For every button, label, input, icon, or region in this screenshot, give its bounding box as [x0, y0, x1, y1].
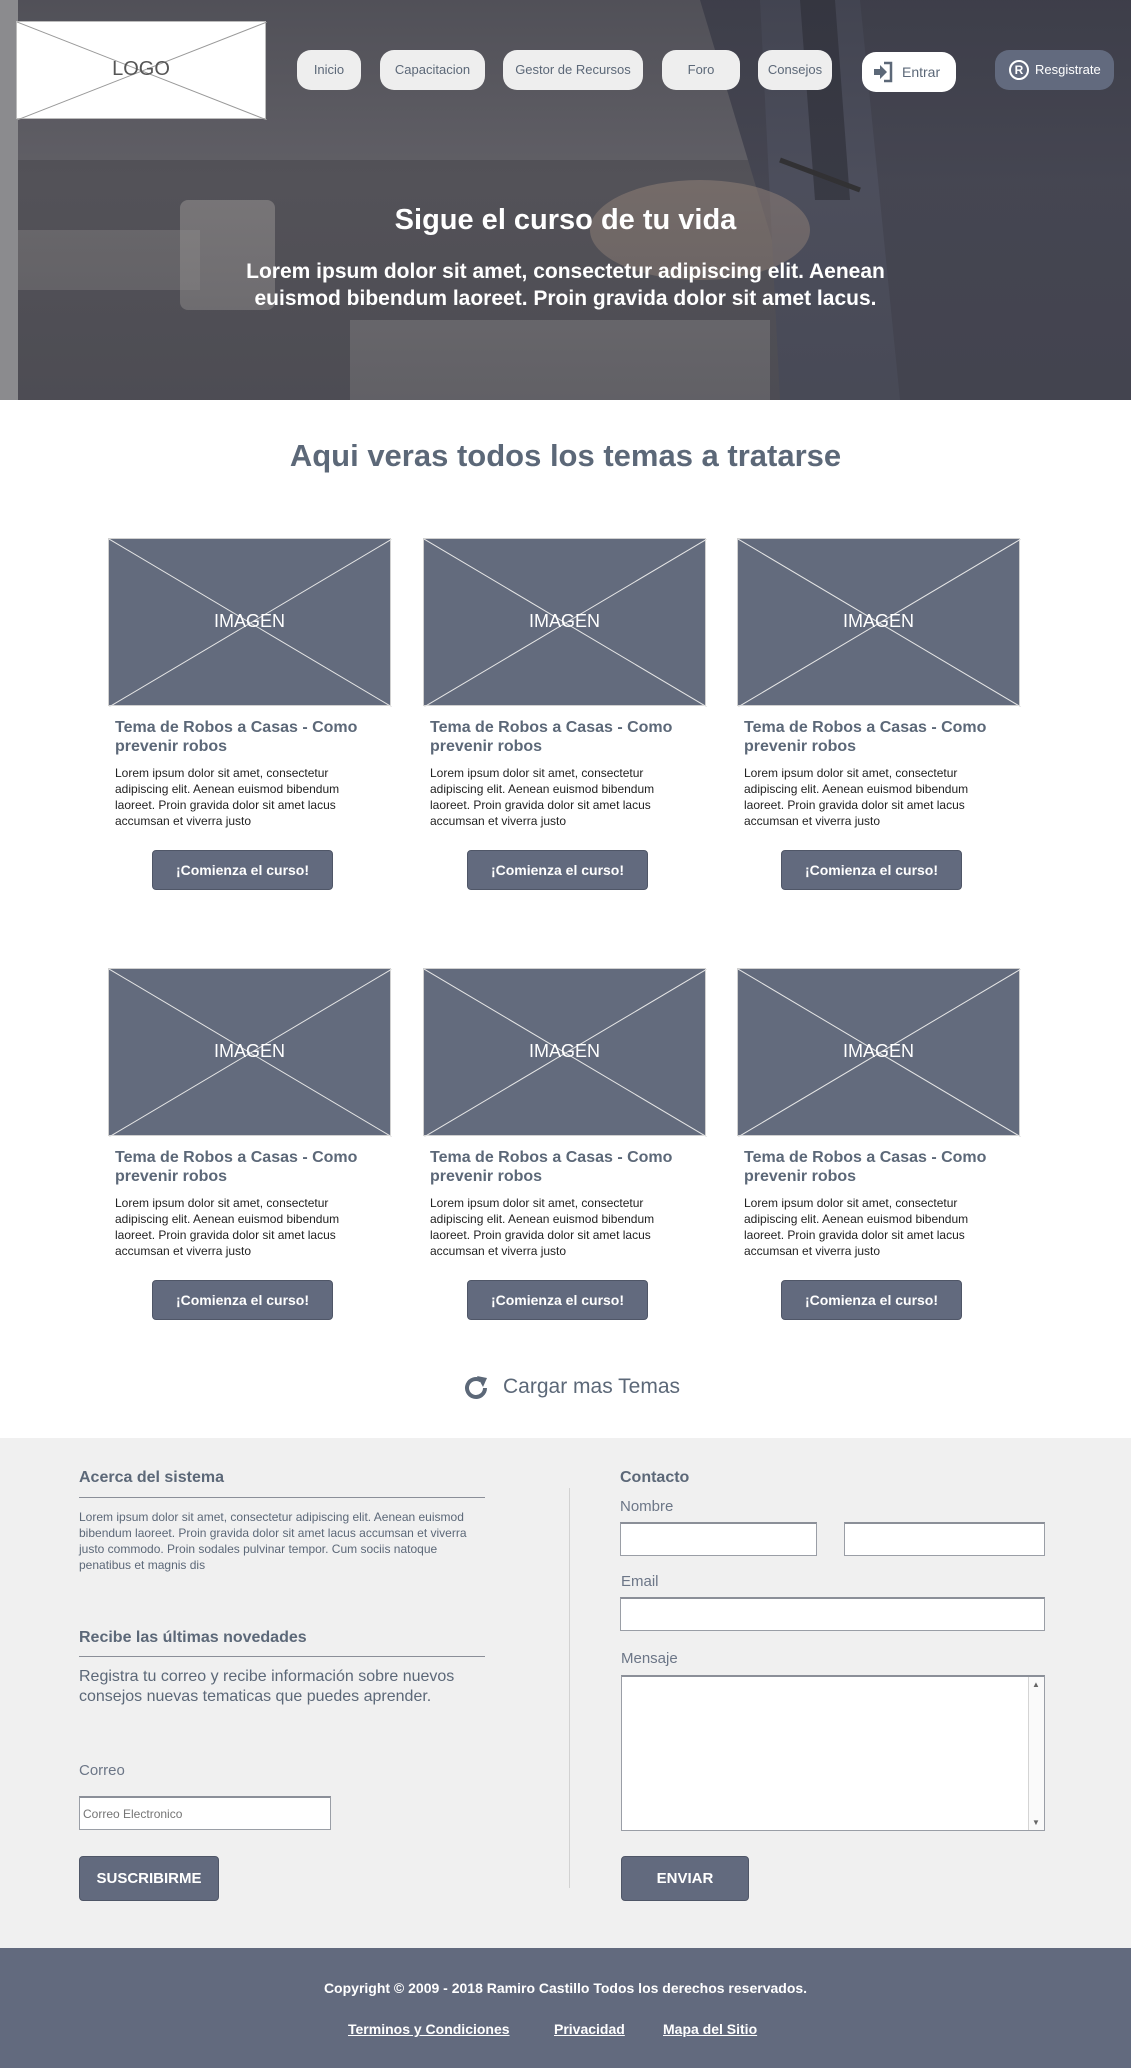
contact-name-label: Nombre: [620, 1498, 674, 1515]
topic-title: Tema de Robos a Casas - Como prevenir ro…: [115, 1149, 358, 1185]
start-course-button[interactable]: ¡Comienza el curso!: [467, 850, 648, 890]
topic-image[interactable]: IMAGEN: [737, 968, 1021, 1137]
nav-capacitacion[interactable]: Capacitacion: [380, 50, 485, 90]
contact-message-label: Mensaje: [621, 1650, 678, 1667]
topic-description: Lorem ipsum dolor sit amet, consectetur …: [744, 1196, 969, 1258]
contact-first-name-input[interactable]: [620, 1522, 817, 1556]
hero-banner: LOGO Inicio Capacitacion Gestor de Recur…: [0, 0, 1131, 400]
about-text: Lorem ipsum dolor sit amet, consectetur …: [79, 1510, 467, 1572]
topic-image[interactable]: IMAGEN: [423, 538, 707, 707]
login-button[interactable]: Entrar: [862, 52, 956, 92]
newsletter-text: Registra tu correo y recibe información …: [79, 1668, 455, 1705]
topic-description: Lorem ipsum dolor sit amet, consectetur …: [430, 1196, 655, 1258]
nav-consejos[interactable]: Consejos: [758, 50, 832, 90]
scroll-down-icon[interactable]: ▼: [1032, 1818, 1040, 1827]
about-title: Acerca del sistema: [79, 1469, 224, 1486]
newsletter-title: Recibe las últimas novedades: [79, 1629, 307, 1646]
contact-message-textarea[interactable]: ▲ ▼: [621, 1675, 1045, 1831]
registered-icon: R: [1009, 60, 1029, 80]
image-label: IMAGEN: [528, 1041, 600, 1061]
contact-email-label: Email: [621, 1573, 659, 1590]
register-label: Resgistrate: [1035, 62, 1101, 77]
nav-gestor-de-recursos[interactable]: Gestor de Recursos: [503, 50, 643, 90]
image-label: IMAGEN: [842, 1041, 914, 1061]
image-label: IMAGEN: [842, 611, 914, 631]
newsletter-email-input[interactable]: [79, 1796, 331, 1830]
site-footer: Copyright © 2009 - 2018 Ramiro Castillo …: [0, 1948, 1131, 2068]
scroll-up-icon[interactable]: ▲: [1032, 1680, 1040, 1689]
sign-in-icon: [874, 61, 893, 83]
newsletter-divider: [79, 1656, 485, 1657]
topic-description: Lorem ipsum dolor sit amet, consectetur …: [744, 766, 969, 828]
topic-title: Tema de Robos a Casas - Como prevenir ro…: [115, 719, 358, 755]
footer-link-sitemap[interactable]: Mapa del Sitio: [663, 2021, 757, 2037]
start-course-button[interactable]: ¡Comienza el curso!: [152, 1280, 333, 1320]
topic-description: Lorem ipsum dolor sit amet, consectetur …: [115, 1196, 340, 1258]
nav-inicio[interactable]: Inicio: [297, 50, 361, 90]
nav-foro[interactable]: Foro: [662, 50, 740, 90]
start-course-button[interactable]: ¡Comienza el curso!: [781, 1280, 962, 1320]
topic-image[interactable]: IMAGEN: [108, 538, 392, 707]
topic-title: Tema de Robos a Casas - Como prevenir ro…: [430, 1149, 673, 1185]
topic-image[interactable]: IMAGEN: [737, 538, 1021, 707]
topic-image[interactable]: IMAGEN: [108, 968, 392, 1137]
about-divider: [79, 1497, 485, 1498]
refresh-icon: [465, 1376, 487, 1399]
image-label: IMAGEN: [528, 611, 600, 631]
hero-title: Sigue el curso de tu vida: [394, 204, 737, 236]
load-more-label: Cargar mas Temas: [503, 1375, 681, 1398]
start-course-button[interactable]: ¡Comienza el curso!: [781, 850, 962, 890]
contact-email-input[interactable]: [620, 1597, 1045, 1631]
topic-image[interactable]: IMAGEN: [423, 968, 707, 1137]
copyright-text: Copyright © 2009 - 2018 Ramiro Castillo …: [323, 1980, 808, 1996]
image-label: IMAGEN: [213, 1041, 285, 1061]
newsletter-email-label: Correo: [79, 1762, 125, 1779]
topic-title: Tema de Robos a Casas - Como prevenir ro…: [744, 719, 987, 755]
contact-title: Contacto: [620, 1469, 690, 1486]
contact-last-name-input[interactable]: [844, 1522, 1045, 1556]
topic-description: Lorem ipsum dolor sit amet, consectetur …: [430, 766, 655, 828]
site-logo[interactable]: LOGO: [16, 21, 267, 120]
topics-heading: Aqui veras todos los temas a tratarse: [289, 438, 842, 473]
subscribe-button[interactable]: SUSCRIBIRME: [79, 1856, 219, 1901]
topic-title: Tema de Robos a Casas - Como prevenir ro…: [430, 719, 673, 755]
message-scrollbar[interactable]: ▲ ▼: [1028, 1677, 1044, 1830]
footer-link-terms[interactable]: Terminos y Condiciones: [348, 2021, 510, 2037]
register-button[interactable]: R Resgistrate: [995, 50, 1114, 90]
topic-title: Tema de Robos a Casas - Como prevenir ro…: [744, 1149, 987, 1185]
footer-link-privacy[interactable]: Privacidad: [554, 2021, 625, 2037]
start-course-button[interactable]: ¡Comienza el curso!: [467, 1280, 648, 1320]
topic-description: Lorem ipsum dolor sit amet, consectetur …: [115, 766, 340, 828]
column-divider: [569, 1488, 570, 1888]
hero-subtitle: Lorem ipsum dolor sit amet, consectetur …: [246, 260, 885, 310]
send-button[interactable]: ENVIAR: [621, 1856, 749, 1901]
start-course-button[interactable]: ¡Comienza el curso!: [152, 850, 333, 890]
image-label: IMAGEN: [213, 611, 285, 631]
logo-text: LOGO: [112, 58, 170, 80]
login-label: Entrar: [902, 64, 941, 80]
